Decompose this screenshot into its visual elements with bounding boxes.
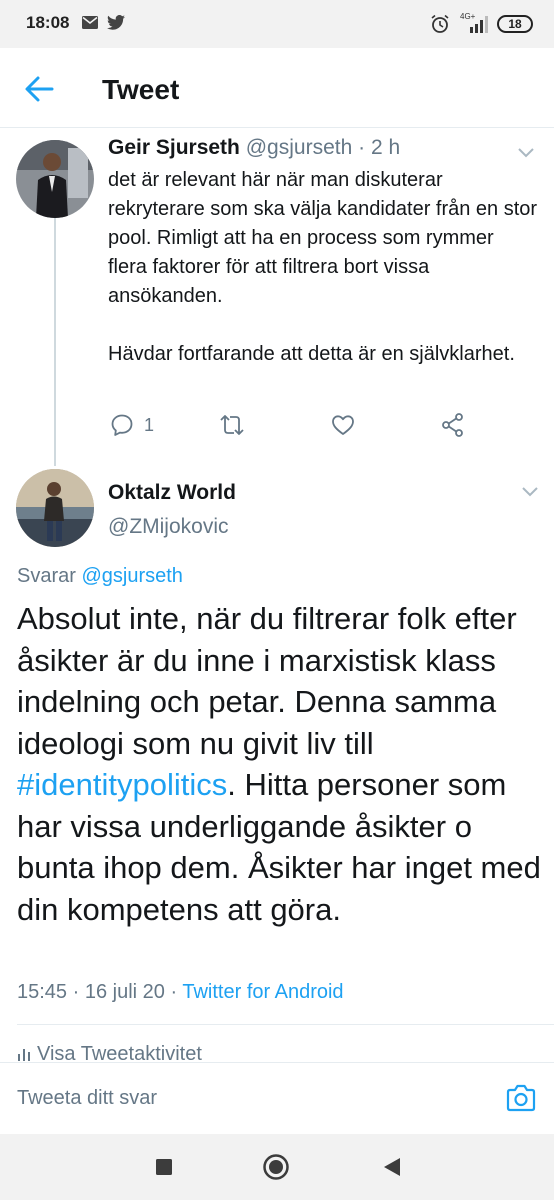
bar-chart-icon: [18, 1049, 30, 1061]
author-handle: @ZMijokovic: [108, 515, 229, 538]
replying-to-label: Svarar: [17, 565, 76, 587]
back-triangle-icon[interactable]: [382, 1157, 402, 1177]
hashtag-link[interactable]: #identitypolitics: [17, 767, 227, 802]
camera-icon[interactable]: [505, 1083, 537, 1113]
home-circle-icon[interactable]: [262, 1153, 290, 1181]
tweet-source-link[interactable]: Twitter for Android: [182, 981, 343, 1003]
reply-icon: [111, 414, 133, 436]
share-icon: [442, 413, 463, 437]
mail-icon: [82, 16, 98, 29]
tweet-text: det är relevant här när man diskuterar r…: [108, 169, 538, 365]
author-name[interactable]: Geir Sjurseth: [108, 136, 240, 159]
separator: ·: [358, 136, 366, 159]
reply-composer: Tweeta ditt svar: [0, 1062, 554, 1134]
status-bar: 18:08 4G+ 18: [0, 0, 554, 48]
author-handle: @gsjurseth: [245, 136, 353, 159]
replying-to: Svarar @gsjurseth: [17, 565, 183, 588]
retweet-button[interactable]: [218, 410, 246, 440]
chevron-down-icon[interactable]: [520, 485, 540, 499]
tweet-text-part: Absolut inte, när du filtrerar folk efte…: [17, 601, 517, 761]
share-button[interactable]: [441, 410, 465, 440]
separator: ·: [170, 981, 178, 1003]
page-title: Tweet: [102, 74, 180, 105]
recents-square-icon[interactable]: [155, 1158, 173, 1176]
system-nav-bar: [0, 1134, 554, 1200]
tweet-date: 16 juli 20: [84, 981, 165, 1003]
alarm-icon: [431, 14, 449, 33]
separator: ·: [72, 981, 80, 1003]
chevron-down-icon[interactable]: [516, 146, 536, 160]
like-button[interactable]: [331, 410, 355, 440]
app-header: Tweet: [0, 48, 554, 128]
like-icon: [332, 415, 354, 435]
signal-icon: [470, 16, 488, 33]
avatar[interactable]: [16, 140, 94, 218]
reply-count: 1: [144, 414, 155, 435]
status-time: 18:08: [26, 13, 70, 32]
avatar[interactable]: [16, 469, 94, 547]
reply-input[interactable]: Tweeta ditt svar: [17, 1087, 157, 1110]
tweet-meta: 15:45 · 16 juli 20 · Twitter for Android: [17, 981, 344, 1004]
divider: [17, 1024, 554, 1025]
battery-icon: 18: [497, 15, 533, 33]
reply-button[interactable]: 1: [110, 410, 154, 440]
author-name[interactable]: Oktalz World: [108, 481, 236, 505]
retweet-icon: [220, 415, 244, 435]
tweet-time: 2 h: [370, 136, 401, 159]
back-arrow-icon[interactable]: [22, 74, 58, 104]
tweet-activity-label: Visa Tweetaktivitet: [37, 1043, 202, 1063]
tweet-time: 15:45: [17, 981, 68, 1003]
replying-to-link[interactable]: @gsjurseth: [81, 565, 182, 587]
tweet-text: Absolut inte, när du filtrerar folk efte…: [17, 598, 542, 930]
twitter-icon: [107, 15, 125, 30]
tweet-header: Geir Sjurseth @gsjurseth · 2 h: [108, 136, 400, 160]
thread-line: [54, 218, 56, 466]
tweet-activity-link[interactable]: Visa Tweetaktivitet: [17, 1043, 202, 1063]
